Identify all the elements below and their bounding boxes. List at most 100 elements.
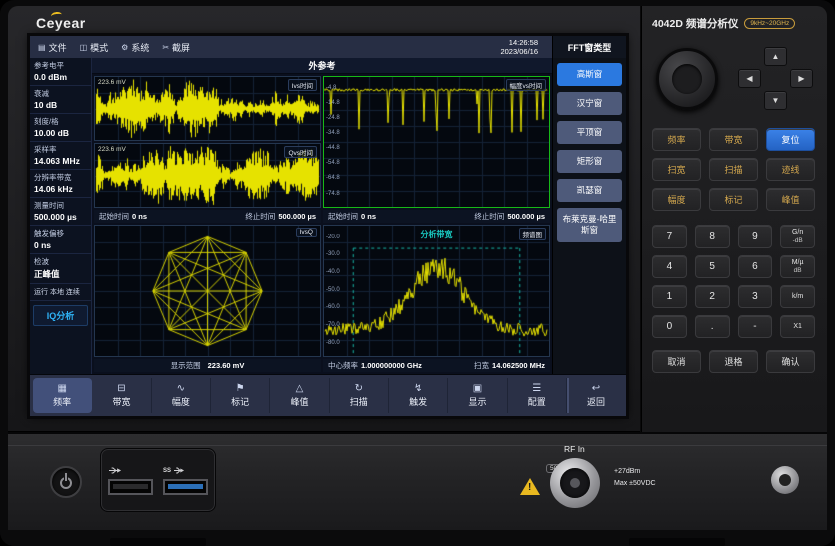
fkey-marker[interactable]: 标记 [709, 188, 758, 211]
fft-blackman-harris-button[interactable]: 布莱克曼-哈里斯窗 [557, 208, 622, 242]
usb2-port-group [108, 466, 153, 495]
toolbar-label: 触发 [409, 395, 427, 408]
spectrum-analyzer-device: Ceyear ▤文件 ◫模式 ⚙系统 ✂截屏 14:26:58 2023/06/… [0, 0, 835, 546]
key-1[interactable]: 1 [652, 285, 687, 308]
param-value: 正峰值 [34, 268, 87, 280]
power-button[interactable] [50, 466, 82, 498]
param-label: 参考电平 [34, 60, 87, 71]
toolbar-trigger[interactable]: ↯触发 [389, 378, 448, 413]
span-value: 扫宽14.062500 MHz [474, 360, 545, 371]
spectrum-chart: 分析带宽 频谱图 -20.0-30.0-40.0-50.0-60.0-70.0-… [323, 225, 550, 357]
key-unit-mega[interactable]: M/µdB [780, 255, 815, 278]
toolbar-back-button[interactable]: ↩返回 [567, 378, 623, 413]
menu-screenshot[interactable]: ✂截屏 [162, 41, 190, 54]
screen-bezel: Ceyear ▤文件 ◫模式 ⚙系统 ✂截屏 14:26:58 2023/06/… [8, 6, 640, 432]
fkey-trace[interactable]: 迹线 [766, 158, 815, 181]
fft-kaiser-button[interactable]: 凯瑟窗 [557, 179, 622, 202]
system-icon: ⚙ [121, 43, 128, 52]
toolbar-bandwidth[interactable]: ⊟带宽 [92, 378, 151, 413]
bottom-toolbar: ▦频率 ⊟带宽 ∿幅度 ⚑标记 △峰值 ↻扫描 ↯触发 ▣显示 ☰配置 ↩返回 [30, 374, 626, 416]
numeric-keypad: 7 8 9 G/n-dB 4 5 6 M/µdB 1 2 3 k/m 0 . -… [652, 225, 815, 338]
marker-icon: ⚑ [236, 384, 245, 394]
menu-mode[interactable]: ◫模式 [80, 41, 109, 54]
fkey-frequency[interactable]: 频率 [652, 128, 701, 151]
fft-gaussian-button[interactable]: 高斯窗 [557, 63, 622, 86]
toolbar-label: 频率 [53, 395, 71, 408]
arrow-key-cluster: ▲ ◀ ▶ ▼ [738, 47, 813, 110]
amp-chart-title: 幅度vs时间 [506, 79, 547, 91]
toolbar-config[interactable]: ☰配置 [508, 378, 567, 413]
cancel-button[interactable]: 取消 [652, 350, 701, 373]
key-2[interactable]: 2 [695, 285, 730, 308]
param-label: 刻度/格 [34, 116, 87, 127]
fkey-span[interactable]: 扫宽 [652, 158, 701, 181]
fft-menu-header: FFT窗类型 [552, 36, 626, 58]
confirm-button[interactable]: 确认 [766, 350, 815, 373]
file-icon: ▤ [38, 43, 46, 52]
key-4[interactable]: 4 [652, 255, 687, 278]
clock: 14:26:58 2023/06/16 [500, 38, 544, 57]
key-9[interactable]: 9 [738, 225, 773, 248]
arrow-up-button[interactable]: ▲ [764, 47, 787, 66]
charts-grid: 223.6 mV Ivs时间 223.6 mV Qvs时间 [92, 74, 552, 374]
usb3-tongue [168, 484, 203, 489]
rf-connector-pin [570, 478, 580, 488]
key-x1[interactable]: X1 [780, 315, 815, 338]
fkey-peak[interactable]: 峰值 [766, 188, 815, 211]
fkey-sweep[interactable]: 扫描 [709, 158, 758, 181]
keypad-bottom-row: 取消 退格 确认 [652, 350, 815, 373]
model-title: 4042D 频谱分析仪9kHz~20GHz [652, 16, 815, 31]
amp-ytick-column: -4.8-14.8-24.8-34.8-44.8-54.8-64.8-74.8 [326, 85, 340, 197]
fkey-bandwidth[interactable]: 带宽 [709, 128, 758, 151]
display-range-footer: 显示范围223.60 mV [94, 359, 321, 372]
key-7[interactable]: 7 [652, 225, 687, 248]
key-unit-giga[interactable]: G/n-dB [780, 225, 815, 248]
toolbar-label: 带宽 [112, 395, 130, 408]
mode-icon: ◫ [80, 43, 88, 52]
toolbar-frequency[interactable]: ▦频率 [33, 378, 92, 413]
ground-terminal [771, 466, 799, 494]
iq-analysis-mode-button[interactable]: IQ分析 [33, 305, 88, 326]
fft-rectangular-button[interactable]: 矩形窗 [557, 150, 622, 173]
param-label: 测量时间 [34, 200, 87, 211]
key-8[interactable]: 8 [695, 225, 730, 248]
max-power-text: +27dBm [614, 466, 656, 478]
screen-content: 参考电平0.0 dBm 衰减10 dB 刻度/格10.00 dB 采样率14.0… [30, 58, 626, 374]
key-decimal[interactable]: . [695, 315, 730, 338]
arrow-right-button[interactable]: ▶ [790, 69, 813, 88]
frequency-range-badge: 9kHz~20GHz [744, 18, 795, 29]
menu-bar: ▤文件 ◫模式 ⚙系统 ✂截屏 14:26:58 2023/06/16 [30, 36, 552, 58]
fft-hanning-button[interactable]: 汉宁窗 [557, 92, 622, 115]
param-label: 采样率 [34, 144, 87, 155]
toolbar-label: 配置 [528, 395, 546, 408]
fkey-amplitude[interactable]: 幅度 [652, 188, 701, 211]
toolbar-display[interactable]: ▣显示 [448, 378, 507, 413]
menu-file[interactable]: ▤文件 [38, 41, 67, 54]
toolbar-marker[interactable]: ⚑标记 [211, 378, 270, 413]
reference-title: 外参考 [92, 58, 552, 74]
key-6[interactable]: 6 [738, 255, 773, 278]
toolbar-sweep[interactable]: ↻扫描 [330, 378, 389, 413]
key-0[interactable]: 0 [652, 315, 687, 338]
param-scale-div: 刻度/格10.00 dB [30, 114, 91, 142]
usb-icon [108, 466, 124, 476]
toolbar-amplitude[interactable]: ∿幅度 [152, 378, 211, 413]
key-3[interactable]: 3 [738, 285, 773, 308]
arrow-left-button[interactable]: ◀ [738, 69, 761, 88]
i-vs-time-chart: 223.6 mV Ivs时间 [94, 76, 321, 141]
key-unit-kilo[interactable]: k/m [780, 285, 815, 308]
menu-system-label: 系统 [131, 41, 149, 54]
key-5[interactable]: 5 [695, 255, 730, 278]
arrow-down-button[interactable]: ▼ [764, 91, 787, 110]
toolbar-peak[interactable]: △峰值 [270, 378, 329, 413]
fft-flattop-button[interactable]: 平顶窗 [557, 121, 622, 144]
fkey-reset[interactable]: 复位 [766, 128, 815, 151]
rf-input-connector [550, 458, 600, 508]
stop-time: 终止时间500.000 µs [474, 211, 545, 222]
menu-system[interactable]: ⚙系统 [121, 41, 149, 54]
key-minus[interactable]: - [738, 315, 773, 338]
backspace-button[interactable]: 退格 [709, 350, 758, 373]
param-ref-level: 参考电平0.0 dBm [30, 58, 91, 86]
rotary-knob[interactable] [656, 48, 718, 110]
start-time: 起始时间0 ns [328, 211, 376, 222]
